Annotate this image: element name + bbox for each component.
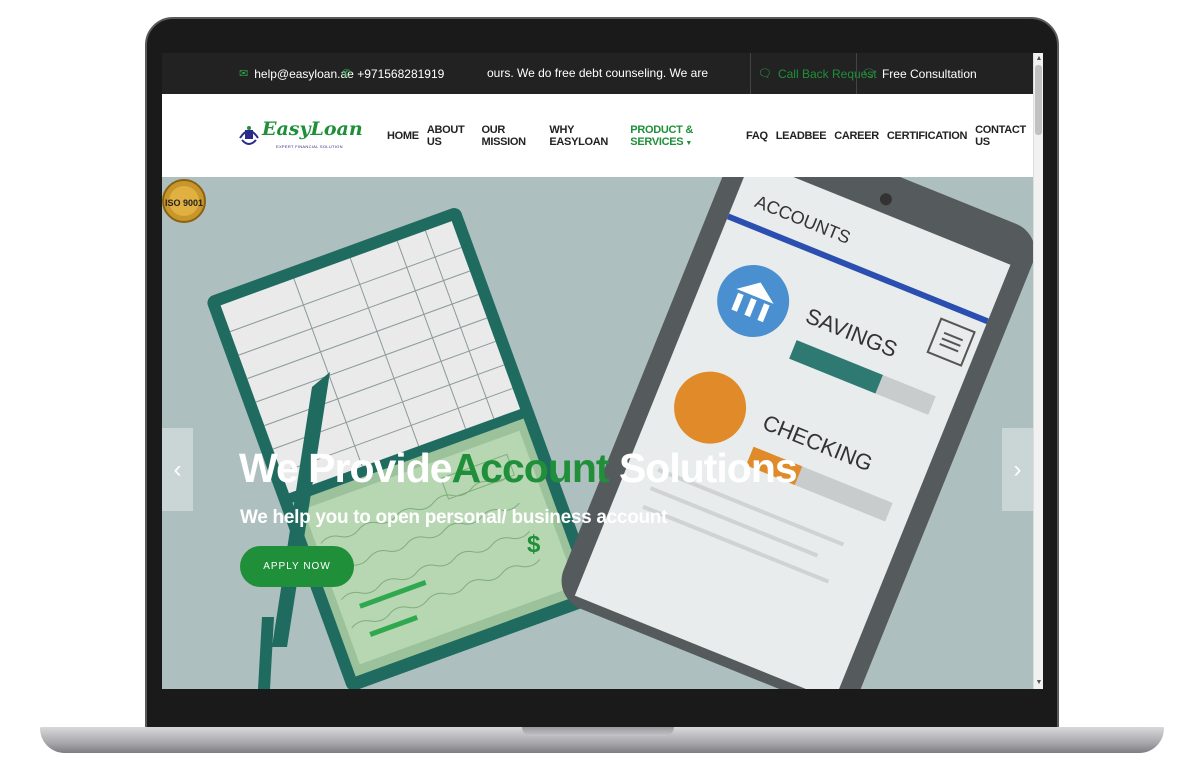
browser-screen: ✉ help@easyloan.ae ✆ +971568281919 ours.… <box>162 53 1043 689</box>
call-back-request-link[interactable]: 🗨 Call Back Request <box>758 53 877 94</box>
headline-highlight: Account <box>451 445 610 491</box>
nav-menu: HOME ABOUT US OUR MISSION WHY EASYLOAN P… <box>387 94 1033 177</box>
laptop-notch <box>522 727 674 736</box>
tablet-illustration: ACCOUNTS SAVINGS CHECKING <box>561 177 1033 689</box>
logo-tagline: EXPERT FINANCIAL SOLUTION <box>276 144 343 149</box>
nav-item-why-easyloan[interactable]: WHY EASYLOAN <box>549 124 622 148</box>
headline-part1: We Provide <box>239 445 453 491</box>
slider-prev-button[interactable]: ‹ <box>162 428 193 511</box>
nav-item-faq[interactable]: FAQ <box>746 130 768 142</box>
phone-icon: ✆ <box>342 68 352 80</box>
phone-text: +971568281919 <box>357 66 445 81</box>
iso-9001-badge: ISO 9001 <box>162 179 206 223</box>
main-navbar: EasyLoan EXPERT FINANCIAL SOLUTION HOME … <box>162 94 1033 177</box>
phone-contact[interactable]: ✆ +971568281919 <box>342 53 444 94</box>
hero-slider: $ ACCOUNTS SAVINGS CHECKING ISO 9001 We … <box>162 177 1033 689</box>
apply-now-button[interactable]: APPLY NOW <box>240 546 354 587</box>
email-text: help@easyloan.ae <box>254 66 354 81</box>
hero-headline: We ProvideAccount Solutions <box>239 445 798 492</box>
easyloan-logo[interactable]: EasyLoan EXPERT FINANCIAL SOLUTION <box>238 116 363 156</box>
logo-wordmark: EasyLoan <box>262 118 363 140</box>
nav-item-certification[interactable]: CERTIFICATION <box>887 130 968 142</box>
topbar-divider <box>856 53 857 94</box>
hero-illustration: $ ACCOUNTS SAVINGS CHECKING <box>207 177 1033 689</box>
chevron-left-icon: ‹ <box>173 455 182 483</box>
news-ticker: ours. We do free debt counseling. We are… <box>487 53 711 94</box>
scroll-down-icon[interactable]: ▼ <box>1035 679 1043 687</box>
nav-item-home[interactable]: HOME <box>387 130 419 142</box>
logo-house-icon <box>239 126 259 145</box>
topbar-divider <box>750 53 751 94</box>
chat-bubble-icon: 🗨 <box>758 68 772 80</box>
headline-part2: Solutions <box>608 445 798 491</box>
top-info-bar: ✉ help@easyloan.ae ✆ +971568281919 ours.… <box>162 53 1033 94</box>
nav-item-product-services[interactable]: PRODUCT & SERVICES ▼ <box>630 124 738 148</box>
nav-item-our-mission[interactable]: OUR MISSION <box>481 124 541 148</box>
page-scrollbar[interactable]: ▲ ▼ <box>1033 53 1043 689</box>
nav-item-product-services-label: PRODUCT & SERVICES <box>630 123 693 148</box>
nav-item-about-us[interactable]: ABOUT US <box>427 124 474 148</box>
chat-bubble-icon: 🗨 <box>862 68 876 80</box>
scroll-thumb[interactable] <box>1035 65 1042 135</box>
free-consultation-link[interactable]: 🗨 Free Consultation <box>862 53 977 94</box>
ticker-text: ours. We do free debt counseling. We are… <box>487 66 711 80</box>
slider-next-button[interactable]: › <box>1002 428 1033 511</box>
iso-badge-text: ISO 9001 <box>165 198 203 208</box>
nav-item-contact-us[interactable]: CONTACT US <box>975 124 1033 148</box>
chevron-right-icon: › <box>1013 455 1022 483</box>
nav-item-leadbee[interactable]: LEADBEE <box>776 130 827 142</box>
envelope-icon: ✉ <box>239 68 249 80</box>
hero-subheadline: We help you to open personal/ business a… <box>240 507 668 528</box>
free-consultation-label: Free Consultation <box>881 66 977 81</box>
caret-down-icon: ▼ <box>685 139 692 147</box>
scroll-up-icon[interactable]: ▲ <box>1035 55 1043 63</box>
dollar-sign: $ <box>527 531 541 558</box>
nav-item-career[interactable]: CAREER <box>834 130 879 142</box>
email-contact[interactable]: ✉ help@easyloan.ae <box>239 53 354 94</box>
